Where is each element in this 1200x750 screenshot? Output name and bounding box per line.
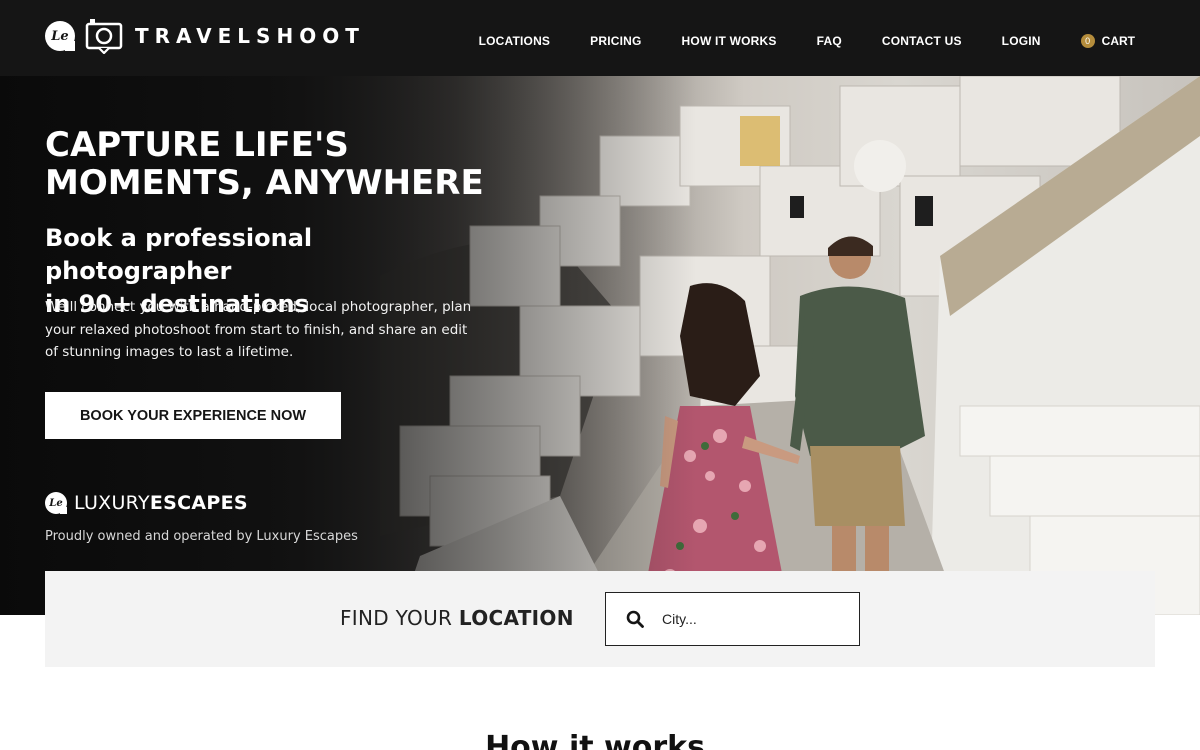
hero-title-line2: MOMENTS, ANYWHERE: [45, 163, 484, 203]
le-small-badge: Le: [45, 492, 67, 514]
hero-section: CAPTURE LIFE'S MOMENTS, ANYWHERE Book a …: [0, 76, 1200, 615]
finder-label-bold: LOCATION: [458, 606, 574, 630]
le-logo-badge: Le: [45, 21, 75, 51]
main-nav: LOCATIONS PRICING HOW IT WORKS FAQ CONTA…: [479, 34, 1135, 48]
nav-locations[interactable]: LOCATIONS: [479, 34, 551, 48]
nav-how-it-works[interactable]: HOW IT WORKS: [682, 34, 777, 48]
travelshoot-logo[interactable]: Le TRAVELSHOOT: [45, 18, 365, 54]
nav-login[interactable]: LOGIN: [1002, 34, 1041, 48]
cart-count-badge: 0: [1080, 34, 1095, 48]
finder-label-light: FIND YOUR: [340, 606, 459, 630]
hero-description-line3: of stunning images to last a lifetime.: [45, 344, 294, 360]
finder-label: FIND YOUR LOCATION: [340, 606, 574, 630]
owned-by-text: Proudly owned and operated by Luxury Esc…: [45, 529, 358, 544]
search-icon: [626, 610, 644, 628]
camera-icon: [85, 19, 123, 54]
hero-subtitle-line1: Book a professional photographer: [45, 224, 313, 285]
nav-contact-us[interactable]: CONTACT US: [882, 34, 962, 48]
city-search-box[interactable]: [605, 592, 860, 646]
cart-label: CART: [1101, 34, 1135, 48]
hero-description-line2: your relaxed photoshoot from start to fi…: [45, 321, 468, 338]
top-navbar: Le TRAVELSHOOT LOCATIONS PRICING HOW IT …: [0, 0, 1200, 76]
how-it-works-heading: How it works: [485, 730, 705, 750]
hero-title: CAPTURE LIFE'S MOMENTS, ANYWHERE: [45, 126, 525, 202]
book-experience-button[interactable]: BOOK YOUR EXPERIENCE NOW: [45, 392, 341, 439]
brand-name: TRAVELSHOOT: [135, 24, 365, 48]
location-finder: FIND YOUR LOCATION: [45, 571, 1155, 667]
escapes-text: ESCAPES: [149, 492, 248, 514]
le-badge-text: Le: [51, 28, 69, 44]
hero-description-line1: We'll connect you with a hand-picked, lo…: [45, 299, 472, 315]
luxury-text: LUXURY: [74, 492, 150, 514]
nav-pricing[interactable]: PRICING: [590, 34, 641, 48]
le-small-badge-text: Le: [49, 497, 63, 509]
luxury-escapes-logo[interactable]: Le LUXURYESCAPES: [45, 492, 248, 514]
hero-description: We'll connect you with a hand-picked, lo…: [45, 296, 495, 364]
cart-link[interactable]: 0 CART: [1080, 34, 1135, 48]
luxury-escapes-name: LUXURYESCAPES: [74, 492, 248, 514]
city-search-input[interactable]: [662, 611, 832, 627]
hero-title-line1: CAPTURE LIFE'S: [45, 125, 349, 165]
nav-faq[interactable]: FAQ: [817, 34, 842, 48]
